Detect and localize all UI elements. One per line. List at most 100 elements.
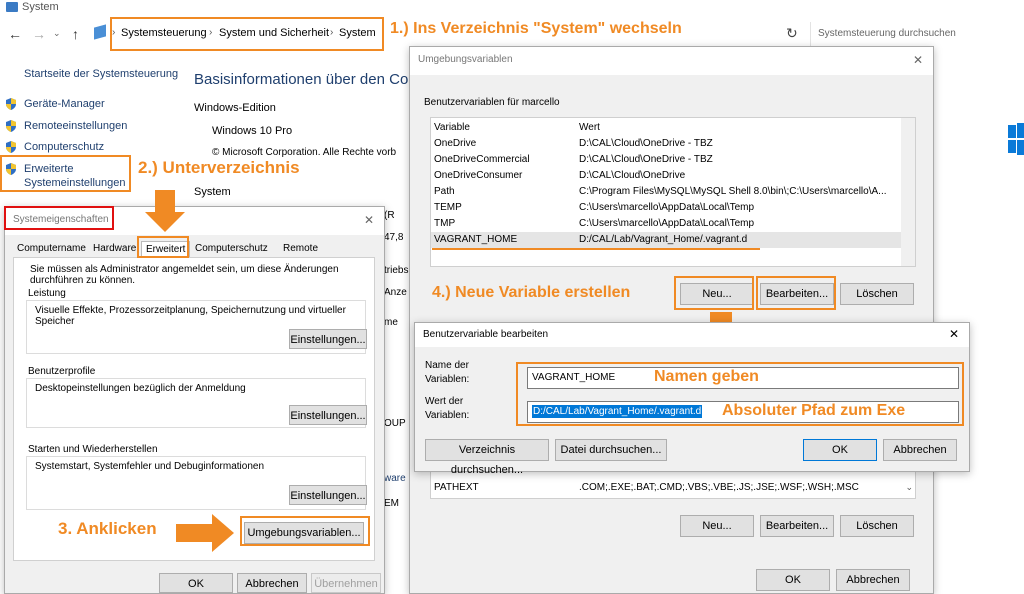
- scrollbar[interactable]: [901, 118, 915, 266]
- partial-text: Anze: [384, 287, 407, 298]
- back-icon[interactable]: ←: [8, 26, 22, 42]
- tab-system-protection[interactable]: Computerschutz: [191, 241, 272, 257]
- sidebar-home-link[interactable]: Startseite der Systemsteuerung: [24, 68, 178, 80]
- annotation-underline: [432, 248, 760, 250]
- cancel-button[interactable]: Abbrechen: [836, 569, 910, 591]
- breadcrumb-item[interactable]: System: [339, 27, 376, 39]
- profiles-settings-button[interactable]: Einstellungen...: [289, 405, 367, 425]
- startup-settings-button[interactable]: Einstellungen...: [289, 485, 367, 505]
- edit-variable-dialog: Benutzervariable bearbeiten ✕ Name der V…: [414, 322, 970, 476]
- ok-button[interactable]: OK: [803, 439, 877, 461]
- environment-variables-dialog: Umgebungsvariablen ✕ Benutzervariablen f…: [409, 46, 934, 594]
- close-icon[interactable]: ✕: [364, 213, 374, 227]
- annotation-step2: 2.) Unterverzeichnis: [138, 158, 300, 177]
- ok-button[interactable]: OK: [756, 569, 830, 591]
- breadcrumb-item[interactable]: System und Sicherheit: [219, 27, 329, 39]
- ok-button[interactable]: OK: [159, 573, 233, 593]
- dialog-titlebar: Systemeigenschaften ✕: [5, 207, 384, 235]
- table-row[interactable]: PATHEXT .COM;.EXE;.BAT;.CMD;.VBS;.VBE;.JS…: [431, 480, 915, 496]
- up-icon[interactable]: ↑: [72, 26, 79, 42]
- edition-value: Windows 10 Pro: [212, 125, 293, 137]
- system-label: System: [194, 186, 231, 198]
- value-label: Wert der Variablen:: [425, 396, 470, 421]
- performance-settings-button[interactable]: Einstellungen...: [289, 329, 367, 349]
- profiles-label: Benutzerprofile: [28, 366, 96, 377]
- user-delete-button[interactable]: Löschen: [840, 283, 914, 305]
- dialog-title: Systemeigenschaften: [13, 214, 109, 225]
- window-title: System: [22, 1, 59, 13]
- app-icon: [6, 2, 18, 12]
- tab-computername[interactable]: Computername: [13, 241, 90, 257]
- control-panel-icon: [94, 24, 106, 40]
- cancel-button[interactable]: Abbrechen: [237, 573, 307, 593]
- annotation-step3: 3. Anklicken: [58, 519, 157, 538]
- tab-remote[interactable]: Remote: [279, 241, 322, 257]
- user-vars-table: Variable Wert OneDrive D:\CAL\Cloud\OneDr…: [430, 117, 916, 267]
- annotation-step1: 1.) Ins Verzeichnis "System" wechseln: [390, 20, 682, 37]
- browse-file-button[interactable]: Datei durchsuchen...: [555, 439, 667, 461]
- table-row[interactable]: OneDriveCommercial D:\CAL\Cloud\OneDrive …: [431, 152, 915, 168]
- windows-logo-icon: [1008, 123, 1024, 155]
- dialog-titlebar: Umgebungsvariablen ✕: [410, 47, 933, 75]
- partial-text: me: [384, 317, 398, 328]
- partial-text[interactable]: ware: [384, 473, 406, 484]
- name-label: Name der Variablen:: [425, 360, 470, 385]
- annotation-step4: 4.) Neue Variable erstellen: [432, 284, 631, 301]
- shield-icon: [6, 163, 16, 175]
- startup-group: Systemstart, Systemfehler und Debuginfor…: [26, 456, 367, 510]
- breadcrumb-item[interactable]: Systemsteuerung: [121, 27, 207, 39]
- performance-desc: Visuelle Effekte, Prozessorzeitplanung, …: [35, 305, 346, 327]
- refresh-icon[interactable]: ↻: [786, 25, 798, 42]
- shield-icon: [6, 120, 16, 132]
- user-new-button[interactable]: Neu...: [680, 283, 754, 305]
- system-new-button[interactable]: Neu...: [680, 515, 754, 537]
- performance-group: Visuelle Effekte, Prozessorzeitplanung, …: [26, 300, 367, 354]
- close-icon[interactable]: ✕: [913, 53, 923, 67]
- col-variable[interactable]: Variable: [434, 122, 470, 133]
- table-row[interactable]: OneDrive D:\CAL\Cloud\OneDrive - TBZ: [431, 136, 915, 152]
- breadcrumb[interactable]: › Systemsteuerung › System und Sicherhei…: [112, 19, 380, 49]
- dialog-title: Umgebungsvariablen: [418, 54, 513, 65]
- environment-variables-button[interactable]: Umgebungsvariablen...: [244, 522, 364, 544]
- tab-advanced[interactable]: Erweitert: [141, 241, 191, 257]
- table-row[interactable]: TMP C:\Users\marcello\AppData\Local\Temp: [431, 216, 915, 232]
- forward-icon[interactable]: →: [32, 26, 46, 42]
- window-titlebar: System: [0, 0, 1024, 16]
- table-header: Variable Wert: [431, 120, 915, 136]
- profiles-desc: Desktopeinstellungen bezüglich der Anmel…: [35, 383, 246, 394]
- admin-note: Sie müssen als Administrator angemeldet …: [30, 264, 339, 286]
- sidebar-item-device-manager[interactable]: Geräte-Manager: [24, 98, 105, 110]
- search-input[interactable]: Systemsteuerung durchsuchen: [810, 22, 1022, 46]
- annotation-names: Namen geben: [654, 368, 759, 385]
- sidebar-item-remote[interactable]: Remoteeinstellungen: [24, 120, 127, 132]
- table-row[interactable]: OneDriveConsumer D:\CAL\Cloud\OneDrive: [431, 168, 915, 184]
- partial-text: OUP: [384, 418, 406, 429]
- browse-directory-button[interactable]: Verzeichnis durchsuchen...: [425, 439, 549, 476]
- apply-button[interactable]: Übernehmen: [311, 573, 381, 593]
- chevron-right-icon: ›: [209, 27, 213, 38]
- user-vars-label: Benutzervariablen für marcello: [424, 97, 560, 108]
- tab-hardware[interactable]: Hardware: [89, 241, 140, 257]
- col-value[interactable]: Wert: [579, 122, 600, 133]
- cancel-button[interactable]: Abbrechen: [883, 439, 957, 461]
- sidebar-item-advanced-settings[interactable]: Erweiterte Systemeinstellungen: [24, 162, 126, 190]
- chevron-down-icon[interactable]: ⌄: [905, 482, 913, 493]
- system-delete-button[interactable]: Löschen: [840, 515, 914, 537]
- chevron-down-icon[interactable]: ⌄: [53, 28, 61, 39]
- table-row[interactable]: TEMP C:\Users\marcello\AppData\Local\Temp: [431, 200, 915, 216]
- value-selected-text: D:/CAL/Lab/Vagrant_Home/.vagrant.d: [532, 405, 703, 418]
- table-row[interactable]: Path C:\Program Files\MySQL\MySQL Shell 8…: [431, 184, 915, 200]
- sidebar-item-system-protection[interactable]: Computerschutz: [24, 141, 104, 153]
- annotation-path: Absoluter Pfad zum Exe: [722, 402, 906, 419]
- startup-desc: Systemstart, Systemfehler und Debuginfor…: [35, 461, 264, 472]
- system-edit-button[interactable]: Bearbeiten...: [760, 515, 834, 537]
- close-icon[interactable]: ✕: [949, 327, 959, 341]
- dialog-titlebar: Benutzervariable bearbeiten ✕: [415, 323, 969, 347]
- page-title: Basisinformationen über den Comp: [194, 71, 430, 88]
- table-row-selected[interactable]: VAGRANT_HOME D:/CAL/Lab/Vagrant_Home/.vag…: [431, 232, 901, 248]
- performance-label: Leistung: [28, 288, 66, 299]
- partial-text: EM: [384, 498, 399, 509]
- user-edit-button[interactable]: Bearbeiten...: [760, 283, 834, 305]
- arrow-down-icon: [145, 190, 185, 234]
- arrow-right-icon: [176, 514, 236, 552]
